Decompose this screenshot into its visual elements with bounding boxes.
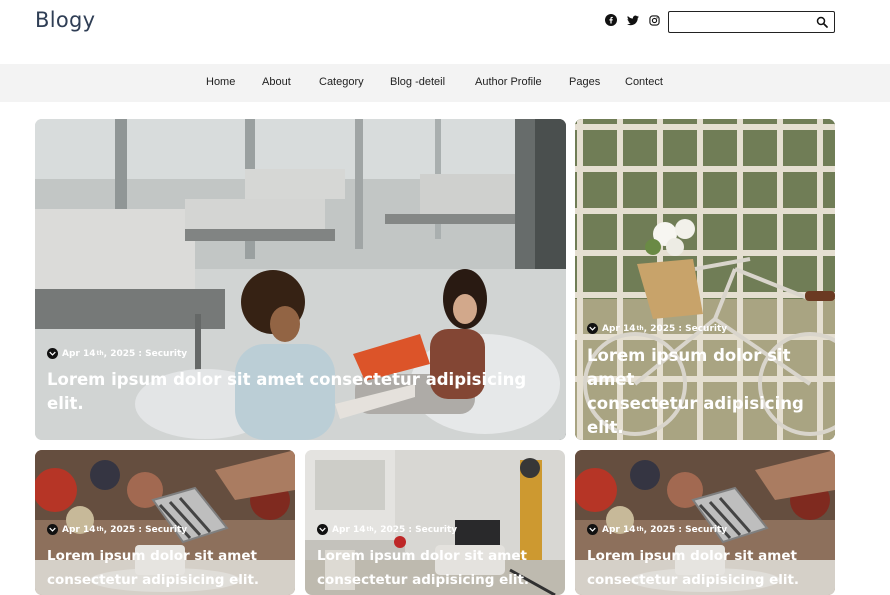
post-date-suffix: th — [636, 526, 644, 533]
post-card[interactable]: Apr 14th, 2025 : Security Lorem ipsum do… — [305, 450, 565, 595]
post-category: , 2025 : Security — [373, 524, 458, 535]
post-card[interactable]: Apr 14th, 2025 : Security Lorem ipsum do… — [35, 450, 295, 595]
chevron-down-icon — [47, 524, 58, 535]
nav-home[interactable]: Home — [206, 76, 235, 88]
post-date-suffix: th — [96, 526, 104, 533]
post-date: Apr 14 — [62, 524, 96, 535]
post-date: Apr 14 — [62, 348, 96, 359]
nav-blog-detail[interactable]: Blog -deteil — [390, 76, 445, 88]
post-category: , 2025 : Security — [643, 524, 728, 535]
chevron-down-icon — [587, 323, 598, 334]
post-meta: Apr 14th, 2025 : Security — [587, 524, 727, 535]
post-title-line: Lorem ipsum dolor sit amet — [587, 346, 791, 389]
post-title-line: consectetur adipisicing elit. — [47, 572, 260, 588]
instagram-icon[interactable] — [647, 13, 661, 27]
post-category: , 2025 : Security — [103, 524, 188, 535]
post-category: , 2025 : Security — [643, 323, 728, 334]
chevron-down-icon — [317, 524, 328, 535]
post-title-line: Lorem ipsum dolor sit amet — [317, 548, 527, 564]
post-card[interactable]: Apr 14th, 2025 : Security Lorem ipsum do… — [575, 119, 835, 440]
post-title[interactable]: Lorem ipsum dolor sit amet consectetur a… — [317, 544, 529, 592]
post-category: , 2025 : Security — [103, 348, 188, 359]
site-logo[interactable]: Blogy — [35, 8, 95, 32]
search-icon[interactable] — [815, 15, 829, 29]
chevron-down-icon — [47, 348, 58, 359]
nav-author-profile[interactable]: Author Profile — [475, 76, 542, 88]
nav-about[interactable]: About — [262, 76, 291, 88]
post-title-line: consectetur adipisicing elit. — [317, 572, 530, 588]
nav-pages[interactable]: Pages — [569, 76, 600, 88]
search-form — [668, 11, 835, 33]
nav-category[interactable]: Category — [319, 76, 364, 88]
post-date-suffix: th — [96, 350, 104, 357]
post-meta: Apr 14th, 2025 : Security — [47, 524, 187, 535]
post-date: Apr 14 — [602, 524, 636, 535]
post-date: Apr 14 — [332, 524, 366, 535]
post-meta: Apr 14th, 2025 : Security — [47, 348, 187, 359]
post-title-line: Lorem ipsum dolor sit amet — [47, 548, 257, 564]
post-date-suffix: th — [366, 526, 374, 533]
chevron-down-icon — [587, 524, 598, 535]
post-title[interactable]: Lorem ipsum dolor sit amet consectetur a… — [587, 544, 799, 592]
featured-post-card[interactable]: Apr 14th, 2025 : Security Lorem ipsum do… — [35, 119, 566, 440]
post-title[interactable]: Lorem ipsum dolor sit amet consectetur a… — [47, 368, 566, 416]
post-card[interactable]: Apr 14th, 2025 : Security Lorem ipsum do… — [575, 450, 835, 595]
post-meta: Apr 14th, 2025 : Security — [587, 323, 727, 334]
post-title-line: Lorem ipsum dolor sit amet — [587, 548, 797, 564]
post-title-line: consectetur adipisicing elit. — [587, 572, 800, 588]
post-title[interactable]: Lorem ipsum dolor sit amet consectetur a… — [587, 344, 835, 440]
search-input[interactable] — [673, 14, 811, 30]
post-title[interactable]: Lorem ipsum dolor sit amet consectetur a… — [47, 544, 259, 592]
main-navigation: Home About Category Blog -deteil Author … — [0, 64, 890, 102]
post-date: Apr 14 — [602, 323, 636, 334]
facebook-icon[interactable] — [604, 13, 618, 27]
nav-contact[interactable]: Contect — [625, 76, 663, 88]
twitter-icon[interactable] — [626, 13, 640, 27]
post-meta: Apr 14th, 2025 : Security — [317, 524, 457, 535]
post-title-line: consectetur adipisicing elit. — [587, 394, 804, 437]
post-date-suffix: th — [636, 325, 644, 332]
site-header: Blogy — [0, 0, 890, 64]
